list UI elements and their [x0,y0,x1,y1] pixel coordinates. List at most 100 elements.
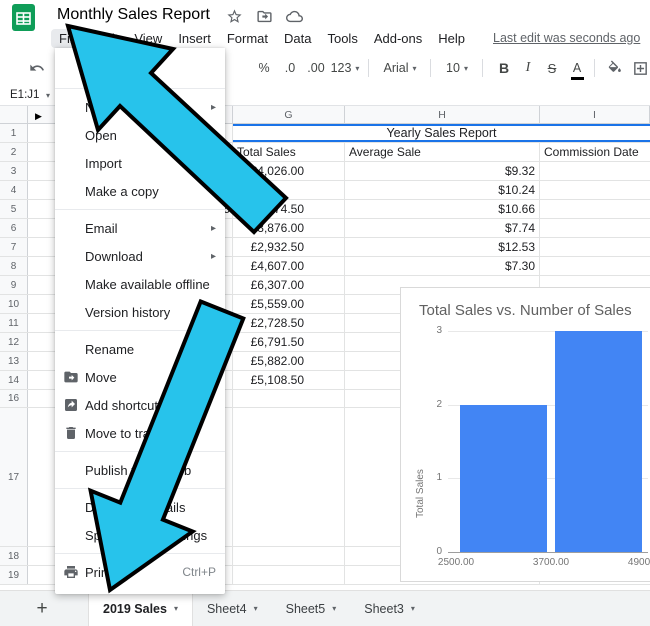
cell-h6[interactable]: $7.74 [345,219,540,237]
file-menu-item-email[interactable]: Email ▸ [55,214,225,242]
cell-g3[interactable]: £4,026.00 [233,162,345,180]
merged-title-cell[interactable]: Yearly Sales Report [233,124,650,142]
row-header-5[interactable]: 5 [0,200,28,218]
bold-button[interactable]: B [494,56,514,80]
file-menu-item-import[interactable]: Import [55,149,225,177]
file-menu-item-move-to-trash[interactable]: Move to trash [55,419,225,447]
star-icon[interactable] [226,8,243,25]
file-menu-item-share[interactable]: Share [55,56,225,84]
menu-data[interactable]: Data [276,29,319,48]
text-color-button[interactable]: A [566,56,588,80]
sheet-tab-sheet4[interactable]: Sheet4 ▾ [193,591,272,626]
row-header-4[interactable]: 4 [0,181,28,199]
name-box[interactable]: E1:J1 [10,84,39,106]
file-menu-item-print[interactable]: Print Ctrl+P [55,558,225,586]
cell-g5[interactable]: £8,474.50 [233,200,345,218]
chart-bar[interactable] [460,404,547,552]
increase-decimal-button[interactable]: .00 [302,56,330,80]
row-header-19[interactable]: 19 [0,566,28,584]
menu-file[interactable]: File [51,28,88,48]
cell-i4[interactable] [540,181,650,199]
chevron-down-icon[interactable]: ▾ [46,91,50,100]
embedded-chart[interactable]: Total Sales vs. Number of Sales Total Sa… [400,287,650,582]
cell-g7[interactable]: £2,932.50 [233,238,345,256]
file-menu-item-open[interactable]: Open Ctrl+O [55,121,225,149]
cell-g11[interactable]: £2,728.50 [233,314,345,332]
menu-add-ons[interactable]: Add-ons [366,29,430,48]
row-header-12[interactable]: 12 [0,333,28,351]
last-edit-link[interactable]: Last edit was seconds ago [493,31,640,45]
file-menu-item-new[interactable]: New ▸ [55,93,225,121]
cell-h3[interactable]: $9.32 [345,162,540,180]
chart-bar[interactable] [555,331,642,552]
file-menu-item-make-available-offline[interactable]: Make available offline [55,270,225,298]
cell-i3[interactable] [540,162,650,180]
menu-edit[interactable]: Edit [88,29,126,48]
undo-button[interactable] [26,56,48,80]
move-to-folder-icon[interactable] [256,8,273,25]
cell-h4[interactable]: $10.24 [345,181,540,199]
cell-g14[interactable]: £5,108.50 [233,371,345,389]
menu-view[interactable]: View [126,29,170,48]
column-header-g[interactable]: G [233,106,345,124]
row-header-6[interactable]: 6 [0,219,28,237]
file-menu-item-add-shortcut-to-drive[interactable]: Add shortcut to Drive [55,391,225,419]
menu-insert[interactable]: Insert [170,29,219,48]
borders-button[interactable] [628,56,650,80]
file-menu-item-move[interactable]: Move [55,363,225,391]
strikethrough-button[interactable]: S [542,56,562,80]
cell-g16[interactable] [233,390,345,407]
cell-i7[interactable] [540,238,650,256]
column-header-i[interactable]: I [540,106,650,124]
add-sheet-button[interactable]: + [24,591,60,626]
row-header-8[interactable]: 8 [0,257,28,275]
row-header-2[interactable]: 2 [0,143,28,161]
cell-g8[interactable]: £4,607.00 [233,257,345,275]
more-formats-button[interactable]: 123 ▾ [331,56,360,80]
fill-color-button[interactable] [602,56,626,80]
cell-i6[interactable] [540,219,650,237]
row-header-3[interactable]: 3 [0,162,28,180]
cell-g18[interactable] [233,547,345,565]
cell-g19[interactable] [233,566,345,584]
cell-h8[interactable]: $7.30 [345,257,540,275]
document-title[interactable]: Monthly Sales Report [57,6,210,24]
sheet-tab-sheet3[interactable]: Sheet3 ▾ [350,591,429,626]
sheet-tab-2019-sales[interactable]: 2019 Sales ▾ [88,591,193,626]
italic-button[interactable]: I [518,56,538,80]
cell-g6[interactable]: £3,876.00 [233,219,345,237]
cell-h5[interactable]: $10.66 [345,200,540,218]
font-size-selector[interactable]: 10 ▾ [440,56,474,80]
file-menu-item-spreadsheet-settings[interactable]: Spreadsheet settings [55,521,225,549]
cell-g9[interactable]: £6,307.00 [233,276,345,294]
row-header-16[interactable]: 16 [0,390,28,407]
file-menu-item-make-a-copy[interactable]: Make a copy [55,177,225,205]
row-header-7[interactable]: 7 [0,238,28,256]
file-menu-item-publish-to-the-web[interactable]: Publish to the web [55,456,225,484]
format-percent-button[interactable]: % [252,56,276,80]
cell-i2[interactable]: Commission Date [540,143,650,161]
menu-format[interactable]: Format [219,29,276,48]
cell-i8[interactable] [540,257,650,275]
row-header-9[interactable]: 9 [0,276,28,294]
cell-g4[interactable]: 5000.5 [233,181,345,199]
row-header-1[interactable]: 1 [0,124,28,142]
sheets-logo[interactable] [11,4,36,31]
row-header-11[interactable]: 11 [0,314,28,332]
column-header-h[interactable]: H [345,106,540,124]
cell-g10[interactable]: £5,559.00 [233,295,345,313]
expand-arrow-icon[interactable]: ▶ [35,111,42,122]
menu-help[interactable]: Help [430,29,473,48]
row-header-10[interactable]: 10 [0,295,28,313]
font-family-selector[interactable]: Arial ▾ [376,56,424,80]
cell-g13[interactable]: £5,882.00 [233,352,345,370]
file-menu-item-rename[interactable]: Rename [55,335,225,363]
file-menu-item-document-details[interactable]: Document details [55,493,225,521]
row-header-13[interactable]: 13 [0,352,28,370]
row-header-14[interactable]: 14 [0,371,28,389]
cell-g12[interactable]: £6,791.50 [233,333,345,351]
row-header-17[interactable]: 17 [0,408,28,546]
cell-h2[interactable]: Average Sale [345,143,540,161]
cloud-saved-icon[interactable] [286,8,303,25]
sheet-tab-sheet5[interactable]: Sheet5 ▾ [272,591,351,626]
